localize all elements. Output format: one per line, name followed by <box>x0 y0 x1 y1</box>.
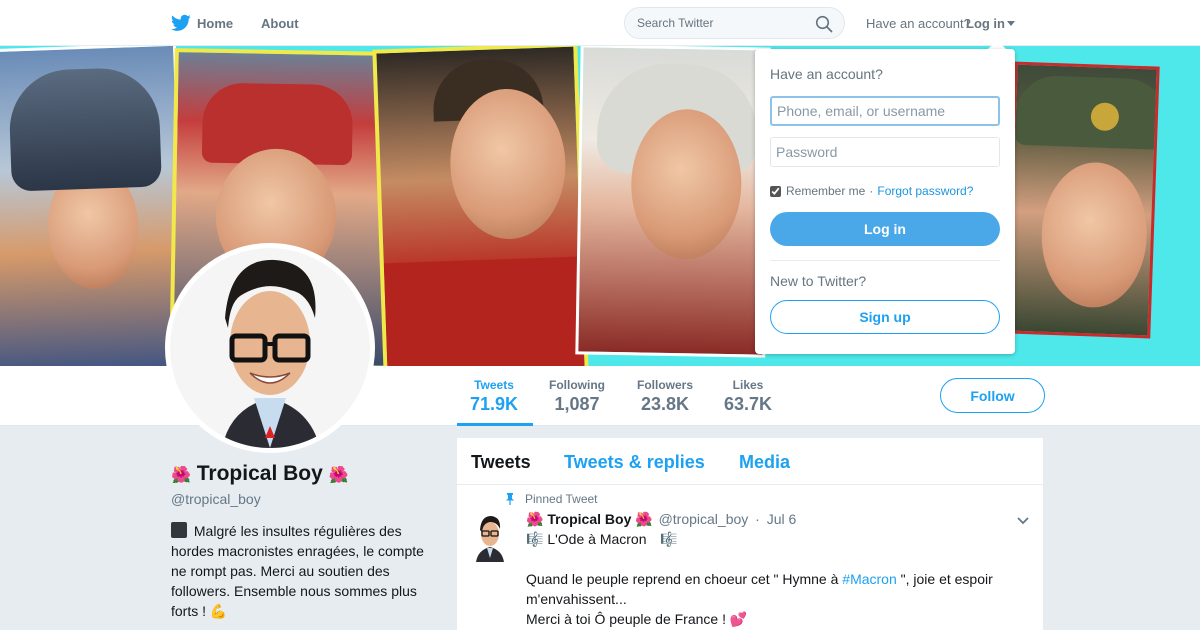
banner-panel <box>372 46 589 366</box>
tweet-header: 🌺 Tropical Boy 🌺 @tropical_boy · Jul 6 <box>526 511 796 528</box>
separator-dot: · <box>755 511 760 527</box>
stat-followers[interactable]: Followers 23.8K <box>636 378 694 415</box>
login-button[interactable]: Log in <box>770 212 1000 246</box>
avatar-portrait <box>222 259 320 448</box>
dropdown-title: Have an account? <box>770 66 883 82</box>
banner-panel <box>1005 61 1160 339</box>
nav-about-link[interactable]: About <box>261 16 299 31</box>
tweet-author-name[interactable]: Tropical Boy <box>547 511 631 527</box>
profile-name-text: Tropical Boy <box>196 462 323 485</box>
tweet-text: 🎼 L'Ode à Macron 🎼 Quand le peuple repre… <box>526 529 1016 629</box>
new-to-twitter-text: New to Twitter? <box>770 273 867 289</box>
tweet-author-handle[interactable]: @tropical_boy <box>659 511 749 527</box>
active-stat-underline <box>457 423 533 426</box>
username-field[interactable] <box>770 96 1000 126</box>
tweet-avatar[interactable] <box>472 512 508 562</box>
hibiscus-icon: 🌺 <box>526 511 544 527</box>
search-icon[interactable] <box>815 15 833 33</box>
divider <box>770 260 1000 261</box>
forgot-password-link[interactable]: Forgot password? <box>877 184 973 198</box>
login-link[interactable]: Log in <box>966 16 1005 31</box>
tweet-line-3-text: Merci à toi Ô peuple de France ! <box>526 611 726 627</box>
signup-button[interactable]: Sign up <box>770 300 1000 334</box>
hibiscus-icon: 🌺 <box>635 511 653 527</box>
follow-button[interactable]: Follow <box>940 378 1045 413</box>
banner-panel <box>0 46 188 366</box>
hibiscus-icon: 🌺 <box>328 467 349 484</box>
tweet-line-2: Quand le peuple reprend en choeur cet " … <box>526 569 1016 609</box>
tweet-date[interactable]: Jul 6 <box>767 511 797 527</box>
profile-avatar[interactable] <box>165 243 375 453</box>
stat-value: 23.8K <box>640 394 690 414</box>
chevron-down-icon[interactable] <box>1007 21 1015 26</box>
pinned-tweet[interactable]: Pinned Tweet 🌺 Tropical Boy 🌺 @tropical_… <box>456 437 1044 630</box>
chevron-down-icon[interactable] <box>1017 517 1029 525</box>
pin-icon <box>506 493 514 505</box>
musical-score-icon: 🎼 <box>660 531 678 547</box>
remember-me-label: Remember me <box>786 184 866 198</box>
flexed-biceps-icon: 💪 <box>209 603 228 619</box>
remember-me-checkbox[interactable] <box>770 185 781 197</box>
login-dropdown: Have an account? Remember me · Forgot pa… <box>755 49 1015 354</box>
remember-row: Remember me · Forgot password? <box>770 184 973 198</box>
twitter-bird-icon[interactable] <box>171 14 191 32</box>
pinned-label: Pinned Tweet <box>525 492 598 506</box>
musical-score-icon: 🎼 <box>526 531 544 547</box>
top-navigation: Home About Have an account? Log in <box>0 0 1200 46</box>
stat-value: 1,087 <box>554 394 600 414</box>
have-account-text: Have an account? <box>866 16 971 31</box>
stat-value: 71.9K <box>470 394 519 414</box>
stat-label: Followers <box>636 378 693 392</box>
hibiscus-icon: 🌺 <box>171 467 191 484</box>
tweet-line-2-before: Quand le peuple reprend en choeur cet " … <box>526 571 843 587</box>
stat-label: Following <box>549 378 605 392</box>
stat-tweets[interactable]: Tweets 71.9K <box>470 378 518 415</box>
stat-label: Likes <box>732 378 764 392</box>
separator-dot: · <box>869 184 874 198</box>
profile-name[interactable]: 🌺 Tropical Boy 🌺 <box>171 462 349 486</box>
tweet-line-1: 🎼 L'Ode à Macron 🎼 <box>526 529 1016 549</box>
profile-bio: Malgré les insultes régulières des horde… <box>171 521 431 621</box>
tweet-line-1-text: L'Ode à Macron <box>547 531 647 547</box>
tweet-line-3: Merci à toi Ô peuple de France ! 💕 <box>526 609 1016 629</box>
stat-value: 63.7K <box>724 394 773 414</box>
nav-home-link[interactable]: Home <box>197 16 233 31</box>
two-hearts-icon: 💕 <box>729 611 748 627</box>
search-input[interactable] <box>625 8 805 38</box>
hashtag-link[interactable]: #Macron <box>842 571 896 587</box>
stat-likes[interactable]: Likes 63.7K <box>724 378 772 415</box>
banner-panel <box>575 46 771 358</box>
search-box <box>624 7 845 39</box>
black-square-icon <box>171 522 187 538</box>
dropdown-arrow <box>988 40 1006 49</box>
profile-handle[interactable]: @tropical_boy <box>171 491 261 507</box>
tweet-avatar-portrait <box>472 512 508 562</box>
password-field[interactable] <box>770 137 1000 167</box>
stat-following[interactable]: Following 1,087 <box>547 378 607 415</box>
stat-label: Tweets <box>474 378 514 392</box>
